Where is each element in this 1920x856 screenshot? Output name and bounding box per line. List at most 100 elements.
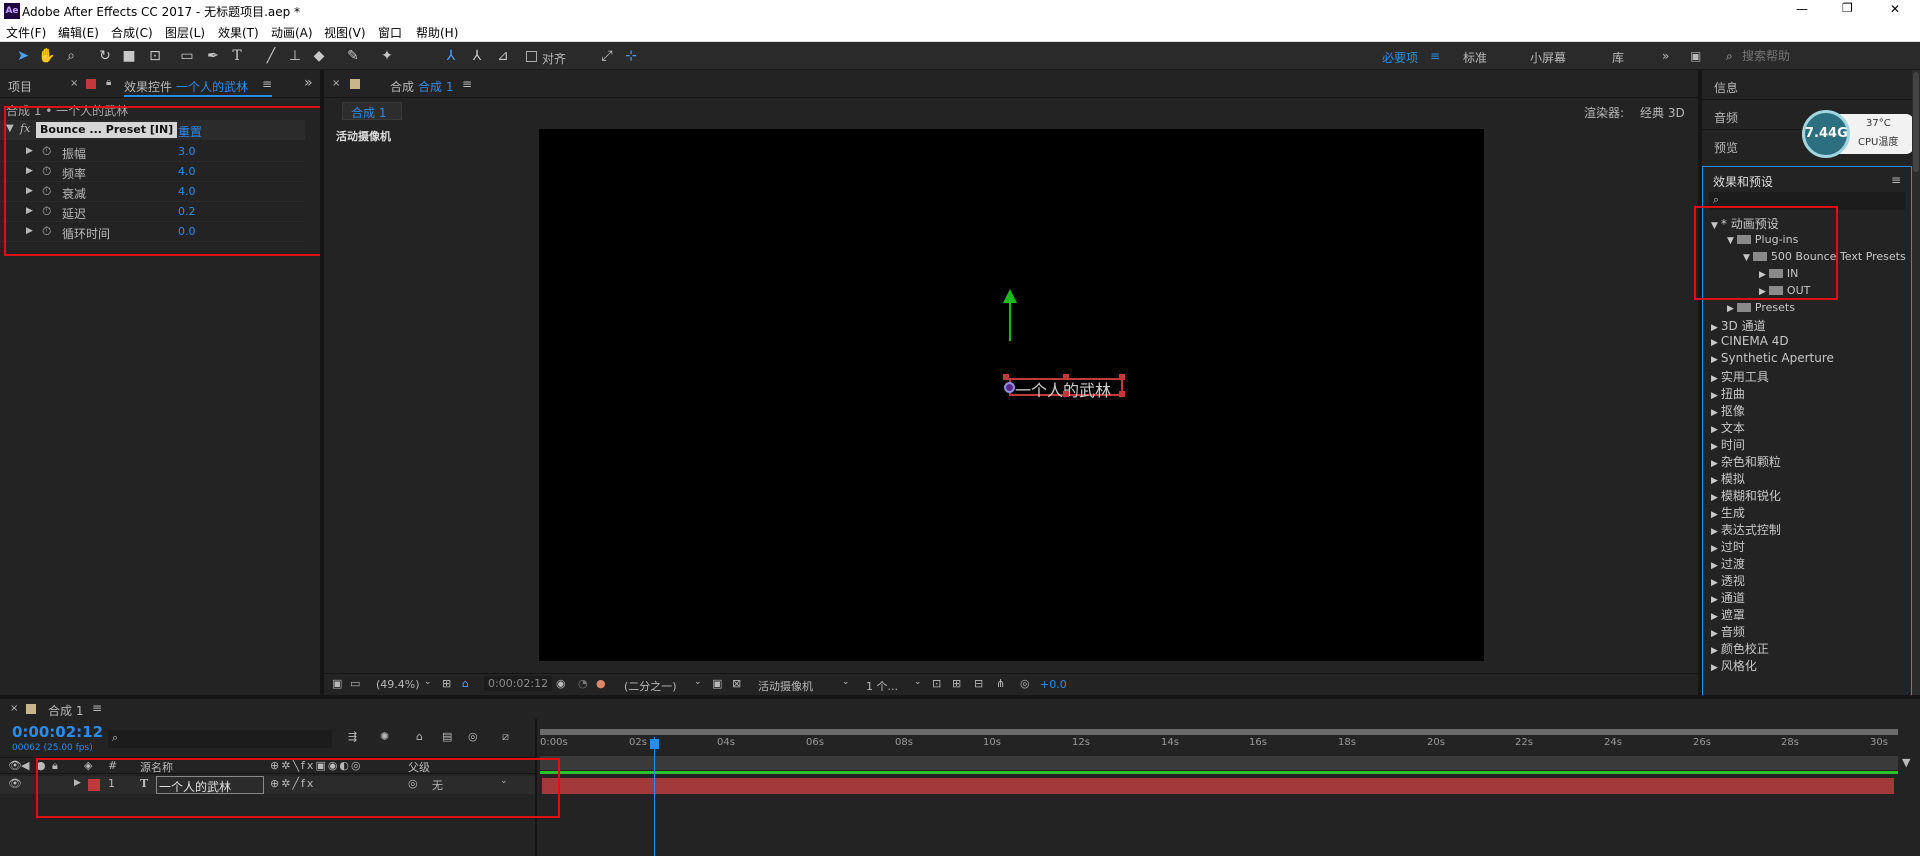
- scrollbar[interactable]: [1912, 70, 1920, 695]
- preset-tree-item[interactable]: ▶ CINEMA 4D: [1711, 334, 1789, 350]
- preview-panel-tab[interactable]: 预览: [1714, 139, 1738, 156]
- anchor-point-icon[interactable]: [1004, 382, 1015, 393]
- snapshot-icon[interactable]: ◉: [556, 677, 566, 690]
- preset-tree-item[interactable]: ▶ 时间: [1711, 436, 1745, 452]
- tab-composition-name[interactable]: 合成 1: [418, 78, 453, 95]
- playhead-handle-icon[interactable]: [650, 739, 659, 749]
- magnification-dropdown[interactable]: (49.4%): [376, 678, 420, 691]
- lock-icon[interactable]: 🔒︎: [106, 77, 111, 88]
- comp-marker-icon[interactable]: ▼: [1902, 756, 1910, 769]
- panel-menu-icon[interactable]: ≡: [462, 77, 472, 91]
- comp-viewer[interactable]: 一个人的武林: [539, 129, 1484, 661]
- menu-file[interactable]: 文件(F): [6, 24, 46, 41]
- audio-panel-tab[interactable]: 音频: [1714, 109, 1738, 126]
- menu-animation[interactable]: 动画(A): [271, 24, 313, 41]
- preset-tree-item[interactable]: ▶ 遮罩: [1711, 606, 1745, 622]
- menu-layer[interactable]: 图层(L): [165, 24, 205, 41]
- collapsed-arrow-icon[interactable]: ▶: [1711, 595, 1718, 605]
- collapsed-arrow-icon[interactable]: ▶: [1711, 408, 1718, 418]
- preset-tree-item[interactable]: ▶ 过渡: [1711, 555, 1745, 571]
- collapsed-arrow-icon[interactable]: ▶: [1711, 391, 1718, 401]
- preset-tree-item[interactable]: ▶ 生成: [1711, 504, 1745, 520]
- sync-settings-icon[interactable]: ▣: [1690, 49, 1701, 63]
- preset-tree-item[interactable]: ▶ 模糊和锐化: [1711, 487, 1781, 503]
- collapsed-arrow-icon[interactable]: ▶: [1727, 304, 1734, 314]
- preset-tree-item[interactable]: ▶ 3D 通道: [1711, 317, 1766, 333]
- monitor-icon[interactable]: ▭: [350, 677, 360, 690]
- tab-project[interactable]: 项目: [8, 78, 32, 95]
- puppet-tool-icon[interactable]: ✦: [378, 47, 396, 65]
- type-tool-icon[interactable]: T: [228, 47, 246, 65]
- always-preview-icon[interactable]: ▣: [332, 677, 342, 690]
- collapsed-arrow-icon[interactable]: ▶: [1711, 629, 1718, 639]
- panel-menu-icon[interactable]: ≡: [92, 701, 102, 715]
- workspace-libraries[interactable]: 库: [1612, 49, 1624, 66]
- close-tab-icon[interactable]: ×: [10, 703, 18, 714]
- eye-icon[interactable]: 👁︎: [8, 777, 22, 790]
- workspace-standard[interactable]: 标准: [1463, 49, 1487, 66]
- work-area-bar[interactable]: [540, 729, 1898, 735]
- y-axis-gizmo[interactable]: [1009, 299, 1011, 341]
- exposure-value[interactable]: +0.0: [1040, 678, 1067, 691]
- align-checkbox[interactable]: [526, 51, 537, 62]
- motion-blur-icon[interactable]: ◎: [468, 730, 478, 743]
- preset-tree-item[interactable]: ▶ 通道: [1711, 589, 1745, 605]
- menu-edit[interactable]: 编辑(E): [58, 24, 99, 41]
- time-ruler[interactable]: 0:00s 02s 04s 06s 08s 10s 12s 14s 16s 18s 20s 22s 24…: [540, 737, 1898, 753]
- flowchart-icon[interactable]: ⋔: [996, 677, 1005, 690]
- collapsed-arrow-icon[interactable]: ▶: [1711, 561, 1718, 571]
- collapsed-arrow-icon[interactable]: ▶: [1711, 459, 1718, 469]
- frame-blending-icon[interactable]: ▤: [442, 730, 452, 743]
- preset-tree-item[interactable]: ▶ 风格化: [1711, 657, 1757, 673]
- menu-view[interactable]: 视图(V): [324, 24, 366, 41]
- collapsed-arrow-icon[interactable]: ▶: [1711, 442, 1718, 452]
- panel-menu-icon[interactable]: ≡: [262, 77, 272, 91]
- channel-icon[interactable]: ●: [596, 677, 606, 690]
- roto-brush-tool-icon[interactable]: ✎: [344, 47, 362, 65]
- renderer-value[interactable]: 经典 3D: [1640, 104, 1685, 121]
- mask-icon[interactable]: ⌂: [462, 677, 469, 690]
- eraser-tool-icon[interactable]: ◆: [310, 47, 328, 65]
- snap-icon[interactable]: ⤢: [598, 47, 616, 65]
- resolution-dropdown[interactable]: (二分之一): [624, 678, 677, 694]
- workspace-small-screen[interactable]: 小屏幕: [1530, 49, 1566, 66]
- timeline-icon[interactable]: ⊟: [974, 677, 983, 690]
- layer-search-input[interactable]: ⌕: [108, 730, 332, 748]
- camera-view-dropdown[interactable]: 活动摄像机: [758, 678, 813, 694]
- preset-tree-item[interactable]: ▶ 模拟: [1711, 470, 1745, 486]
- collapsed-arrow-icon[interactable]: ▶: [1711, 355, 1718, 365]
- preset-tree-item[interactable]: ▶ Presets: [1727, 300, 1795, 316]
- preset-tree-item[interactable]: ▶ 音频: [1711, 623, 1745, 639]
- close-button[interactable]: ✕: [1890, 2, 1900, 16]
- collapsed-arrow-icon[interactable]: ▶: [1711, 374, 1718, 384]
- preset-tree-item[interactable]: ▶ 抠像: [1711, 402, 1745, 418]
- shy-layers-icon[interactable]: ⌂: [416, 730, 423, 743]
- zoom-tool-icon[interactable]: ⌕: [62, 47, 80, 65]
- reset-exposure-icon[interactable]: ◎: [1020, 677, 1030, 690]
- collapsed-arrow-icon[interactable]: ▶: [1711, 663, 1718, 673]
- help-search-input[interactable]: [1742, 46, 1912, 66]
- preset-tree-item[interactable]: ▶ 透视: [1711, 572, 1745, 588]
- collapsed-arrow-icon[interactable]: ▶: [1711, 493, 1718, 503]
- collapsed-arrow-icon[interactable]: ▶: [1711, 510, 1718, 520]
- collapsed-arrow-icon[interactable]: ▶: [1711, 544, 1718, 554]
- view-layout-dropdown[interactable]: 1 个...: [866, 678, 898, 694]
- panel-menu-icon[interactable]: ≡: [1891, 173, 1901, 187]
- current-time-field[interactable]: 0:00:02:12: [484, 676, 553, 691]
- preset-tree-item[interactable]: ▶ 扭曲: [1711, 385, 1745, 401]
- workspace-menu-icon[interactable]: ≡: [1430, 49, 1440, 63]
- timeline-tab[interactable]: 合成 1: [48, 702, 83, 719]
- preset-tree-item[interactable]: ▶ 表达式控制: [1711, 521, 1781, 537]
- menu-effect[interactable]: 效果(T): [218, 24, 259, 41]
- info-panel-tab[interactable]: 信息: [1714, 79, 1738, 96]
- hand-tool-icon[interactable]: ✋: [38, 47, 56, 65]
- minimize-button[interactable]: —: [1796, 2, 1808, 16]
- snap-options-icon[interactable]: ⊹: [622, 47, 640, 65]
- menu-composition[interactable]: 合成(C): [111, 24, 153, 41]
- comp-subtab[interactable]: 合成 1: [342, 102, 402, 120]
- more-workspaces-icon[interactable]: »: [1662, 49, 1669, 63]
- preset-tree-item[interactable]: ▶ 杂色和颗粒: [1711, 453, 1781, 469]
- close-tab-icon[interactable]: ×: [70, 78, 78, 89]
- preset-tree-item[interactable]: ▶ 颜色校正: [1711, 640, 1769, 656]
- view-axis-icon[interactable]: ⊿: [494, 47, 512, 65]
